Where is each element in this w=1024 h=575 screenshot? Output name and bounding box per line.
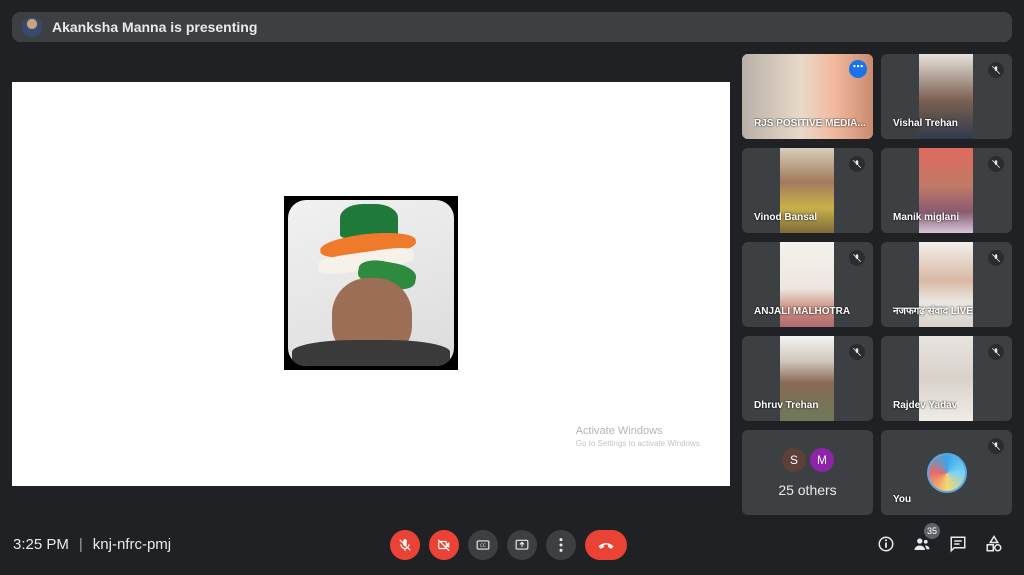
presenter-text: Akanksha Manna is presenting <box>52 19 258 35</box>
meet-window: Akanksha Manna is presenting Activate Wi… <box>0 0 1024 575</box>
shared-screen: Activate Windows Go to Settings to activ… <box>12 82 730 486</box>
mic-toggle-button[interactable] <box>390 530 420 560</box>
captions-icon: CC <box>476 540 490 550</box>
call-controls: CC <box>390 530 627 560</box>
other-participant-avatar: M <box>810 448 834 472</box>
chat-icon <box>950 536 966 553</box>
participant-name: नजफगढ़ संवाद LIVE <box>893 306 973 317</box>
participant-name: Rajdev Yadav <box>893 400 958 411</box>
meeting-info: 3:25 PM | knj-nfrc-pmj <box>13 536 171 553</box>
meeting-details-button[interactable] <box>876 533 896 555</box>
mic-off-icon <box>988 156 1004 172</box>
hang-up-icon <box>598 543 614 549</box>
mic-off-icon <box>988 62 1004 78</box>
captions-button[interactable]: CC <box>468 530 498 560</box>
more-options-button[interactable] <box>546 530 576 560</box>
participant-name: Vishal Trehan <box>893 118 958 129</box>
mic-off-icon <box>988 438 1004 454</box>
participant-tile[interactable]: Dhruv Trehan <box>742 336 873 421</box>
camera-toggle-button[interactable] <box>429 530 459 560</box>
participant-tile[interactable]: Rajdev Yadav <box>881 336 1012 421</box>
mic-off-icon <box>988 250 1004 266</box>
participant-tile[interactable]: Vinod Bansal <box>742 148 873 233</box>
side-panel-controls: 35 <box>876 523 1004 555</box>
participant-tile[interactable]: ⋯ RJS POSITIVE MEDIA... <box>742 54 873 139</box>
svg-text:CC: CC <box>480 543 486 548</box>
shared-portrait-image <box>284 196 458 370</box>
self-tile[interactable]: You <box>881 430 1012 515</box>
self-name: You <box>893 494 912 505</box>
self-avatar <box>927 453 967 493</box>
clock-time: 3:25 PM <box>13 536 69 553</box>
others-tile[interactable]: S M 25 others <box>742 430 873 515</box>
participant-tile[interactable]: नजफगढ़ संवाद LIVE <box>881 242 1012 327</box>
participant-count-badge: 35 <box>924 523 940 539</box>
present-screen-icon <box>515 539 529 550</box>
activities-button[interactable] <box>984 533 1004 555</box>
activities-icon <box>986 535 1002 552</box>
camera-off-icon <box>437 539 450 552</box>
participant-name: RJS POSITIVE MEDIA... <box>754 118 866 129</box>
participant-name: Dhruv Trehan <box>754 400 819 411</box>
mic-off-icon <box>849 156 865 172</box>
shirt-shape <box>292 340 450 366</box>
info-separator: | <box>78 536 83 553</box>
meeting-code: knj-nfrc-pmj <box>92 536 172 553</box>
chat-button[interactable] <box>948 533 968 555</box>
mic-off-icon <box>399 539 411 551</box>
leave-call-button[interactable] <box>585 530 627 560</box>
participant-tile[interactable]: Manik miglani <box>881 148 1012 233</box>
more-vert-icon <box>559 538 563 552</box>
presenter-avatar <box>22 17 42 37</box>
participant-name: Manik miglani <box>893 212 960 223</box>
people-button[interactable]: 35 <box>912 523 940 555</box>
participant-tile[interactable]: ANJALI MALHOTRA <box>742 242 873 327</box>
info-icon <box>878 536 894 552</box>
participant-name: Vinod Bansal <box>754 212 818 223</box>
other-participant-avatar: S <box>782 448 806 472</box>
mic-off-icon <box>988 344 1004 360</box>
present-screen-button[interactable] <box>507 530 537 560</box>
others-count: 25 others <box>778 482 837 498</box>
windows-watermark: Activate Windows Go to Settings to activ… <box>575 425 702 448</box>
more-options-icon[interactable]: ⋯ <box>849 60 867 78</box>
participant-tile[interactable]: Vishal Trehan <box>881 54 1012 139</box>
mic-off-icon <box>849 344 865 360</box>
mic-off-icon <box>849 250 865 266</box>
presenter-banner: Akanksha Manna is presenting <box>12 12 1012 42</box>
participant-name: ANJALI MALHOTRA <box>754 306 851 317</box>
